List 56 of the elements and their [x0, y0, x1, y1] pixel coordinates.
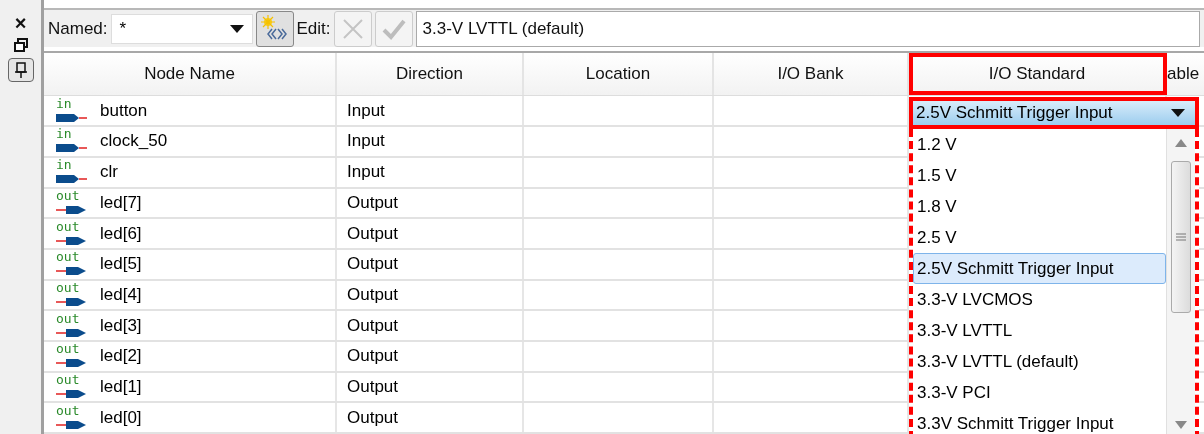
- direction-cell: Output: [347, 284, 399, 305]
- column-header[interactable]: I/O Bank: [714, 53, 909, 96]
- filter-button[interactable]: [255, 10, 294, 47]
- edit-field[interactable]: 3.3-V LVTTL (default): [415, 10, 1200, 47]
- option-item[interactable]: 3.3V Schmitt Trigger Input: [913, 408, 1166, 434]
- node-name: button: [100, 100, 148, 121]
- direction-cell: Output: [347, 192, 399, 213]
- node-name: clr: [100, 162, 118, 183]
- cross-icon: [341, 17, 364, 40]
- direction-cell: Output: [347, 254, 399, 275]
- close-button[interactable]: ×: [14, 14, 27, 32]
- scroll-up-icon[interactable]: [1175, 139, 1187, 148]
- option-item[interactable]: 1.5 V: [913, 160, 1166, 192]
- node-name: clock_50: [100, 131, 168, 152]
- direction-cell: Output: [347, 346, 399, 367]
- option-item[interactable]: 3.3-V LVTTL (default): [913, 346, 1166, 378]
- direction-cell: Output: [347, 376, 399, 397]
- edit-label: Edit:: [296, 18, 331, 39]
- direction-cell: Input: [347, 162, 385, 183]
- option-item[interactable]: 3.3-V PCI: [913, 377, 1166, 409]
- caret-icon: [1171, 109, 1185, 118]
- direction-cell: Output: [347, 315, 399, 336]
- node-name: led[6]: [100, 223, 142, 244]
- node-name: led[0]: [100, 407, 142, 428]
- grip-icon: [1176, 232, 1186, 243]
- direction-cell: Input: [347, 131, 385, 152]
- column-header[interactable]: Location: [524, 53, 714, 96]
- scrollbar[interactable]: [1166, 129, 1195, 434]
- column-header[interactable]: I/O Standard: [909, 53, 1167, 96]
- named-label: Named:: [48, 18, 108, 39]
- direction-cell: Input: [347, 100, 385, 121]
- direction-cell: Output: [347, 407, 399, 428]
- io-standard-dropdown[interactable]: 2.5V Schmitt Trigger Input: [909, 97, 1199, 130]
- named-combo[interactable]: *: [110, 13, 253, 44]
- restore-icon[interactable]: [13, 38, 28, 52]
- scroll-down-icon[interactable]: [1175, 421, 1187, 430]
- column-header[interactable]: Node Name: [44, 53, 337, 96]
- checkmark-icon: [381, 17, 406, 40]
- node-name: led[2]: [100, 346, 142, 367]
- option-item[interactable]: 3.3-V LVTTL: [913, 315, 1166, 347]
- option-item[interactable]: 1.2 V: [913, 129, 1166, 161]
- node-name: led[4]: [100, 284, 142, 305]
- caret-icon: [229, 24, 244, 33]
- option-item[interactable]: 2.5 V: [913, 222, 1166, 254]
- pin-icon: [13, 62, 28, 78]
- column-header[interactable]: Direction: [337, 53, 524, 96]
- option-item[interactable]: 2.5V Schmitt Trigger Input: [913, 253, 1166, 285]
- direction-cell: Output: [347, 223, 399, 244]
- node-name: led[3]: [100, 315, 142, 336]
- pin-button[interactable]: [7, 58, 34, 82]
- column-header[interactable]: able: [1167, 53, 1204, 96]
- node-name: led[7]: [100, 192, 142, 213]
- node-name: led[5]: [100, 254, 142, 275]
- node-name: led[1]: [100, 376, 142, 397]
- option-item[interactable]: 1.8 V: [913, 191, 1166, 223]
- option-item[interactable]: 3.3-V LVCMOS: [913, 284, 1166, 316]
